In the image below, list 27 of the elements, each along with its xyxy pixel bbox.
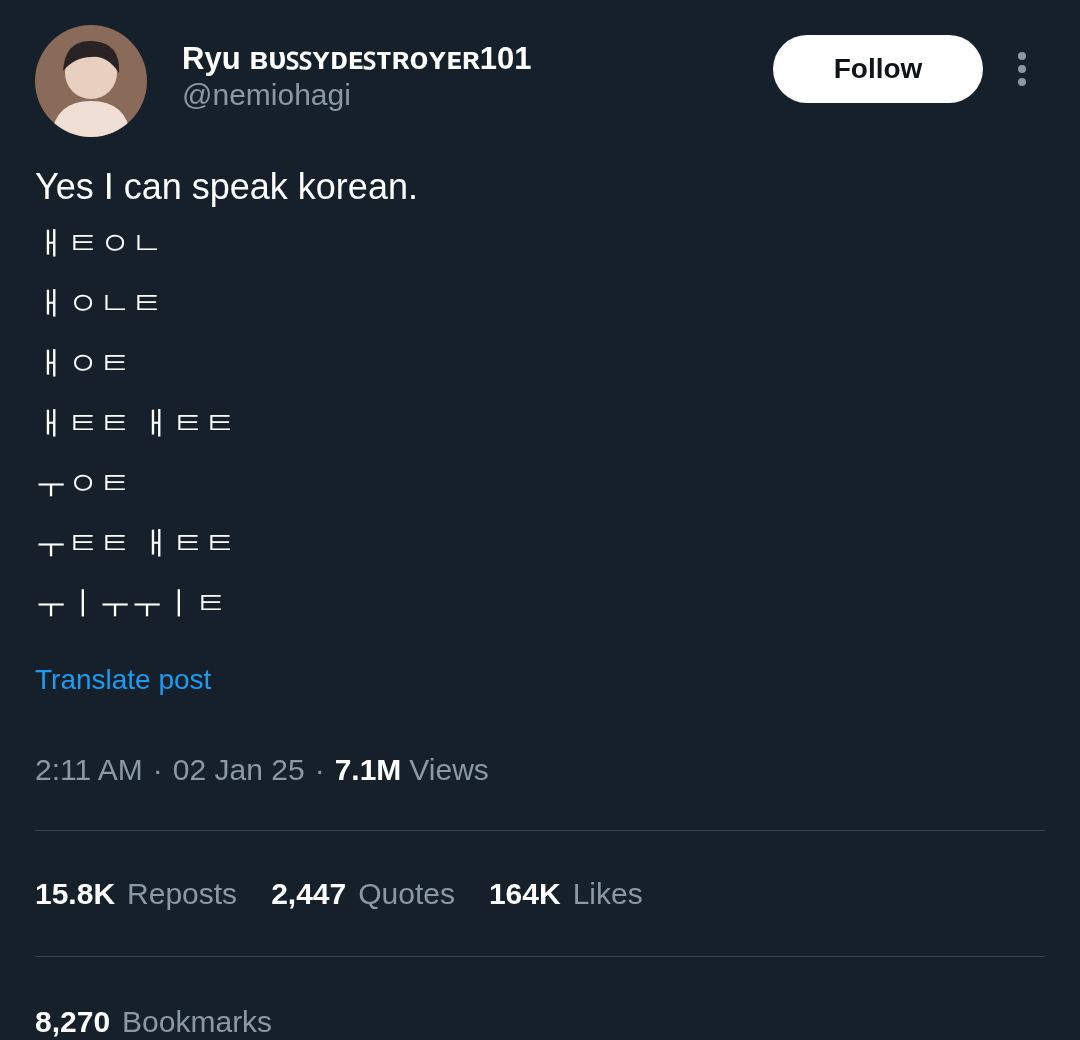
stat-count[interactable]: 164K [488, 871, 561, 916]
post-text-line: ㅐㅇㅌ [35, 344, 132, 383]
stat-label[interactable]: Reposts [127, 871, 238, 916]
post-text-line: ㅐㅌㅇㄴ [35, 224, 164, 263]
post-text-line: ㅜㅌㅌ ㅐㅌㅌ [35, 524, 237, 563]
separator-dot: · [314, 752, 325, 788]
author-name[interactable]: Ryu ʙᴜꜱꜱʏᴅᴇꜱᴛʀᴏʏᴇʀ101 [182, 41, 532, 77]
bookmarks-label[interactable]: Bookmarks [122, 998, 273, 1040]
stat-count[interactable]: 2,447 [271, 871, 347, 916]
views-label: Views [409, 752, 489, 788]
stat-count[interactable]: 15.8K [35, 871, 116, 916]
more-icon[interactable] [1017, 51, 1027, 87]
post-text-line: ㅜㅇㅌ [35, 464, 132, 503]
stat-label[interactable]: Likes [572, 871, 643, 916]
post-text-line: ㅐㅇㄴㅌ [35, 284, 164, 323]
post-text-line: Yes I can speak korean. [35, 165, 419, 209]
author-handle[interactable]: @nemiohagi [182, 77, 532, 113]
stat-label[interactable]: Quotes [358, 871, 455, 916]
follow-button[interactable]: Follow [773, 35, 983, 103]
post-text-line: ㅜㅣㅜㅜㅣㅌ [35, 584, 228, 623]
bookmarks-count[interactable]: 8,270 [35, 998, 111, 1040]
translate-link[interactable]: Translate post [35, 664, 212, 695]
post-time[interactable]: 2:11 AM [35, 747, 143, 792]
post-date[interactable]: 02 Jan 25 [172, 747, 305, 792]
post-text-line: ㅐㅌㅌ ㅐㅌㅌ [35, 404, 237, 443]
views-count: 7.1M [334, 752, 402, 788]
separator-dot: · [152, 752, 163, 788]
